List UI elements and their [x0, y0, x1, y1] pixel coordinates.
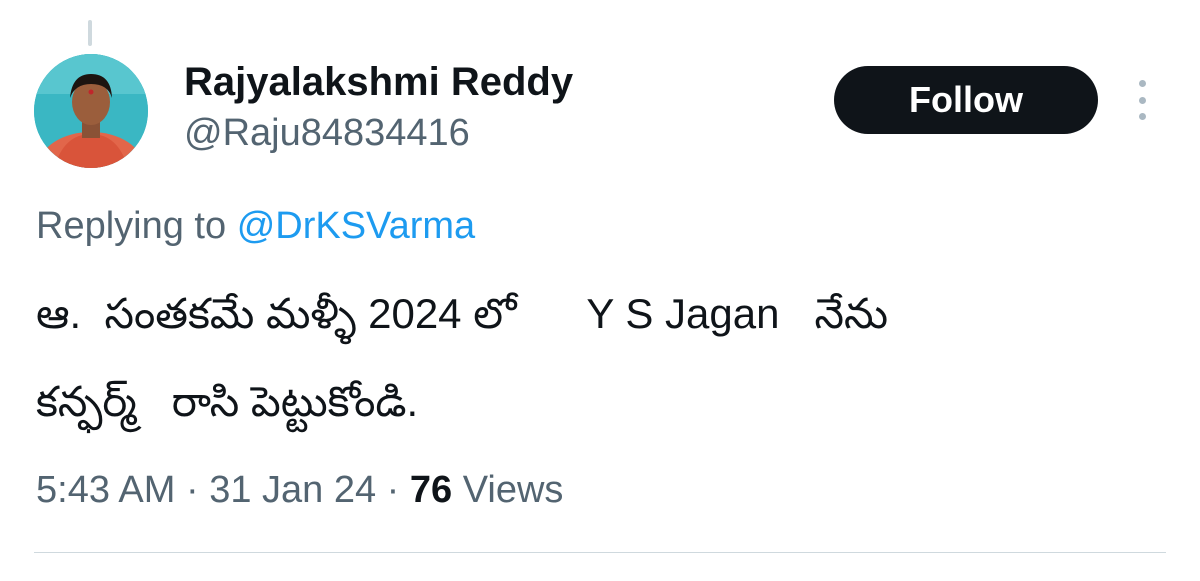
- thread-connector-line: [88, 20, 92, 46]
- views-count: 76: [409, 469, 453, 511]
- tweet-text-line-1: ఆ. సంతకమే మళ్ళీ 2024 లో Y S Jagan నేను: [36, 290, 888, 337]
- more-dot: [1138, 113, 1146, 120]
- tweet-text-line-2: కన్ఫర్మ్ రాసి పెట్టుకోండి.: [36, 378, 419, 425]
- reply-mention-link[interactable]: @DrKSVarma: [237, 205, 475, 247]
- author-display-name[interactable]: Rajyalakshmi Reddy: [184, 58, 573, 106]
- avatar[interactable]: [34, 54, 148, 168]
- meta-separator: ·: [175, 469, 210, 511]
- meta-separator: ·: [376, 469, 410, 511]
- tweet-time[interactable]: 5:43 AM: [36, 469, 175, 511]
- author-handle[interactable]: @Raju84834416: [184, 110, 470, 156]
- more-vertical-icon[interactable]: [1130, 80, 1154, 120]
- views-label: Views: [462, 469, 564, 511]
- more-dot: [1138, 80, 1146, 87]
- replying-to-line: Replying to @DrKSVarma: [36, 202, 475, 250]
- replying-to-label: Replying to: [36, 205, 227, 247]
- more-dot: [1138, 96, 1146, 104]
- tweet-date[interactable]: 31 Jan 24: [209, 469, 376, 511]
- follow-button[interactable]: Follow: [834, 66, 1098, 134]
- person-photo-icon: [34, 54, 148, 168]
- tweet-meta: 5:43 AM · 31 Jan 24 · 76 Views: [36, 466, 563, 514]
- divider: [34, 552, 1166, 553]
